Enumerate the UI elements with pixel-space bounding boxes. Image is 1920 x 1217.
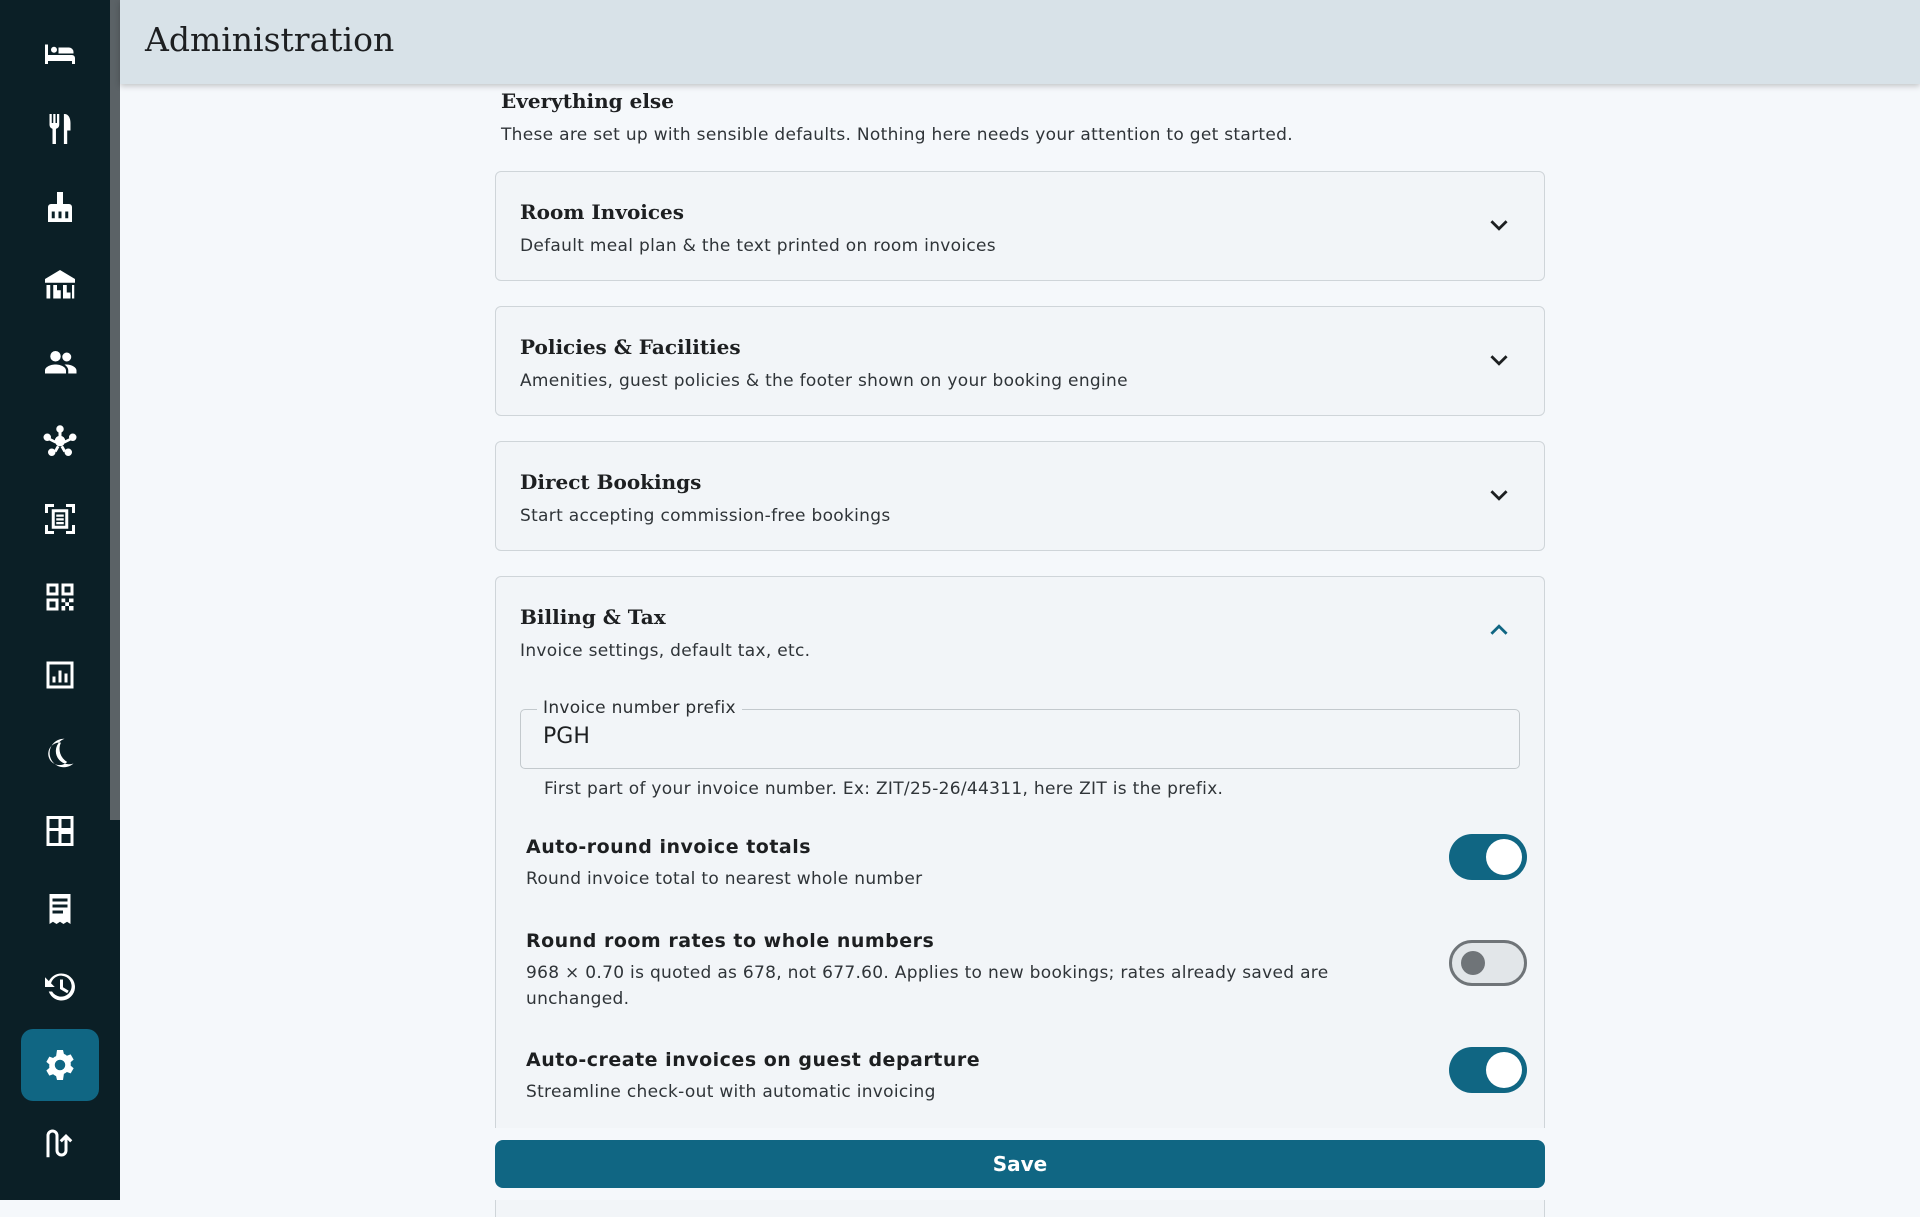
sidebar-item-night-audit[interactable] (21, 717, 99, 789)
people-icon (45, 351, 77, 374)
toggle-knob (1486, 1052, 1522, 1088)
card-title: Direct Bookings (520, 470, 702, 494)
qr-code-icon (46, 583, 74, 611)
route-icon (46, 1129, 73, 1158)
page-title: Administration (145, 20, 395, 59)
receipt-icon (49, 894, 71, 924)
sidebar-item-qr-codes[interactable] (21, 561, 99, 633)
card-description: Default meal plan & the text printed on … (520, 236, 996, 256)
section-title: Everything else (501, 89, 674, 113)
save-button[interactable]: Save (495, 1140, 1545, 1188)
card-header-billing-tax[interactable]: Billing & Tax Invoice settings, default … (496, 577, 1544, 685)
card-room-invoices: Room Invoices Default meal plan & the te… (495, 171, 1545, 281)
card-title: Policies & Facilities (520, 335, 741, 359)
invoice-prefix-label: Invoice number prefix (537, 698, 742, 718)
card-header-direct-bookings[interactable]: Direct Bookings Start accepting commissi… (496, 442, 1544, 550)
bed-icon (45, 44, 75, 64)
option-title: Auto-create invoices on guest departure (526, 1049, 981, 1071)
building-icon (45, 270, 75, 299)
card-title: Billing & Tax (520, 605, 666, 629)
sidebar-item-reports[interactable] (21, 639, 99, 711)
toggle-knob (1461, 951, 1485, 975)
option-description: Round invoice total to nearest whole num… (526, 869, 923, 889)
floor-plan-icon (46, 816, 74, 846)
sidebar-item-restaurant[interactable] (21, 93, 99, 165)
auto-round-totals-toggle[interactable] (1449, 834, 1527, 880)
card-description: Invoice settings, default tax, etc. (520, 641, 811, 661)
auto-create-invoices-toggle[interactable] (1449, 1047, 1527, 1093)
invoice-prefix-input[interactable] (543, 724, 1443, 749)
card-description: Start accepting commission-free bookings (520, 506, 891, 526)
chevron-down-icon[interactable] (1486, 482, 1512, 508)
sidebar-item-integrations[interactable] (21, 1107, 99, 1179)
chevron-down-icon[interactable] (1486, 347, 1512, 373)
sidebar-item-history[interactable] (21, 951, 99, 1023)
sidebar-item-property[interactable] (21, 249, 99, 321)
card-direct-bookings: Direct Bookings Start accepting commissi… (495, 441, 1545, 551)
section-subtitle: These are set up with sensible defaults.… (501, 125, 1293, 145)
network-hub-icon (43, 425, 77, 456)
chevron-up-icon[interactable] (1486, 617, 1512, 643)
card-policies-facilities: Policies & Facilities Amenities, guest p… (495, 306, 1545, 416)
option-title: Round room rates to whole numbers (526, 930, 935, 952)
chevron-down-icon[interactable] (1486, 212, 1512, 238)
invoice-prefix-help: First part of your invoice number. Ex: Z… (544, 779, 1224, 799)
fork-knife-icon (49, 114, 71, 144)
sidebar-item-rooms[interactable] (21, 16, 99, 88)
round-room-rates-toggle[interactable] (1449, 940, 1527, 986)
card-billing-tax: Billing & Tax Invoice settings, default … (495, 576, 1545, 1217)
card-header-policies-facilities[interactable]: Policies & Facilities Amenities, guest p… (496, 307, 1544, 415)
history-icon (45, 973, 75, 1001)
sidebar-scrollbar[interactable] (110, 0, 120, 820)
sidebar-item-housekeeping[interactable] (21, 171, 99, 243)
gear-icon (46, 1050, 74, 1080)
broom-icon (48, 192, 72, 222)
scan-document-icon (45, 504, 75, 534)
moon-icon (48, 738, 74, 768)
sidebar (0, 0, 120, 1200)
sidebar-item-guests[interactable] (21, 327, 99, 399)
card-description: Amenities, guest policies & the footer s… (520, 371, 1128, 391)
report-chart-icon (46, 661, 74, 689)
invoice-prefix-field: Invoice number prefix (520, 698, 1520, 769)
sidebar-item-settings[interactable] (21, 1029, 99, 1101)
card-header-room-invoices[interactable]: Room Invoices Default meal plan & the te… (496, 172, 1544, 280)
option-description: Streamline check-out with automatic invo… (526, 1082, 936, 1102)
sidebar-item-channels[interactable] (21, 405, 99, 477)
toggle-knob (1486, 839, 1522, 875)
sidebar-item-floor-plan[interactable] (21, 795, 99, 867)
sidebar-item-invoices[interactable] (21, 873, 99, 945)
card-title: Room Invoices (520, 200, 685, 224)
option-description: 968 × 0.70 is quoted as 678, not 677.60.… (526, 963, 1329, 1009)
app-header: Administration (120, 0, 1920, 84)
sidebar-item-scanner[interactable] (21, 483, 99, 555)
option-title: Auto-round invoice totals (526, 836, 812, 858)
